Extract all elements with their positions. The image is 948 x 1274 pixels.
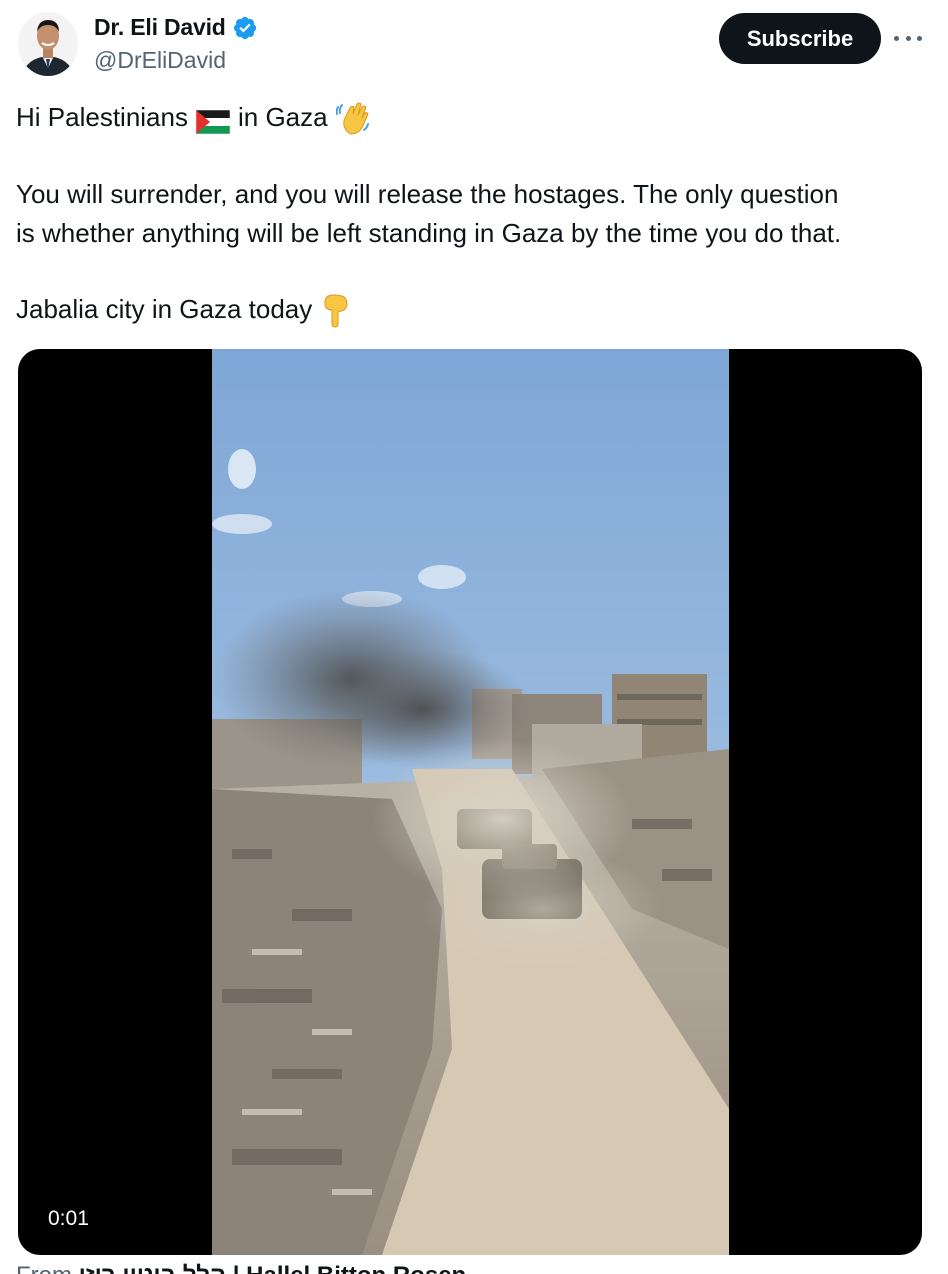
- video-frame[interactable]: [212, 349, 729, 1255]
- palestine-flag-icon: [195, 106, 231, 134]
- post-text-caption: Jabalia city in Gaza today: [16, 294, 313, 324]
- avatar[interactable]: [18, 12, 78, 76]
- author-handle[interactable]: @DrEliDavid: [94, 47, 226, 74]
- more-options-icon[interactable]: [894, 26, 922, 50]
- post-text-location: in Gaza: [237, 102, 328, 132]
- post-line-3: is whether anything will be left standin…: [16, 218, 842, 248]
- subscribe-button[interactable]: Subscribe: [719, 13, 881, 64]
- media-source-attribution[interactable]: From הלל ביטון רוזן | Hallel Bitton Rose…: [16, 1262, 466, 1274]
- pointing-down-icon: [320, 292, 350, 328]
- post-line-2: You will surrender, and you will release…: [16, 179, 839, 209]
- attribution-source[interactable]: הלל ביטון רוזן | Hallel Bitton Rosen: [79, 1262, 467, 1274]
- video-player[interactable]: 0:01: [18, 349, 922, 1255]
- attribution-prefix: From: [16, 1262, 79, 1274]
- post-text-greeting: Hi Palestinians: [16, 102, 188, 132]
- author-name[interactable]: Dr. Eli David: [94, 14, 226, 41]
- video-timestamp: 0:01: [40, 1205, 97, 1233]
- author-name-row[interactable]: Dr. Eli David: [94, 14, 258, 41]
- waving-hand-icon: [335, 100, 370, 136]
- post-line-4: Jabalia city in Gaza today: [16, 290, 350, 329]
- verified-badge-icon: [232, 15, 258, 41]
- tweet: Dr. Eli David @DrEliDavid Subscribe Hi P…: [0, 0, 948, 1274]
- post-line-1: Hi Palestinians in Gaza: [16, 98, 370, 137]
